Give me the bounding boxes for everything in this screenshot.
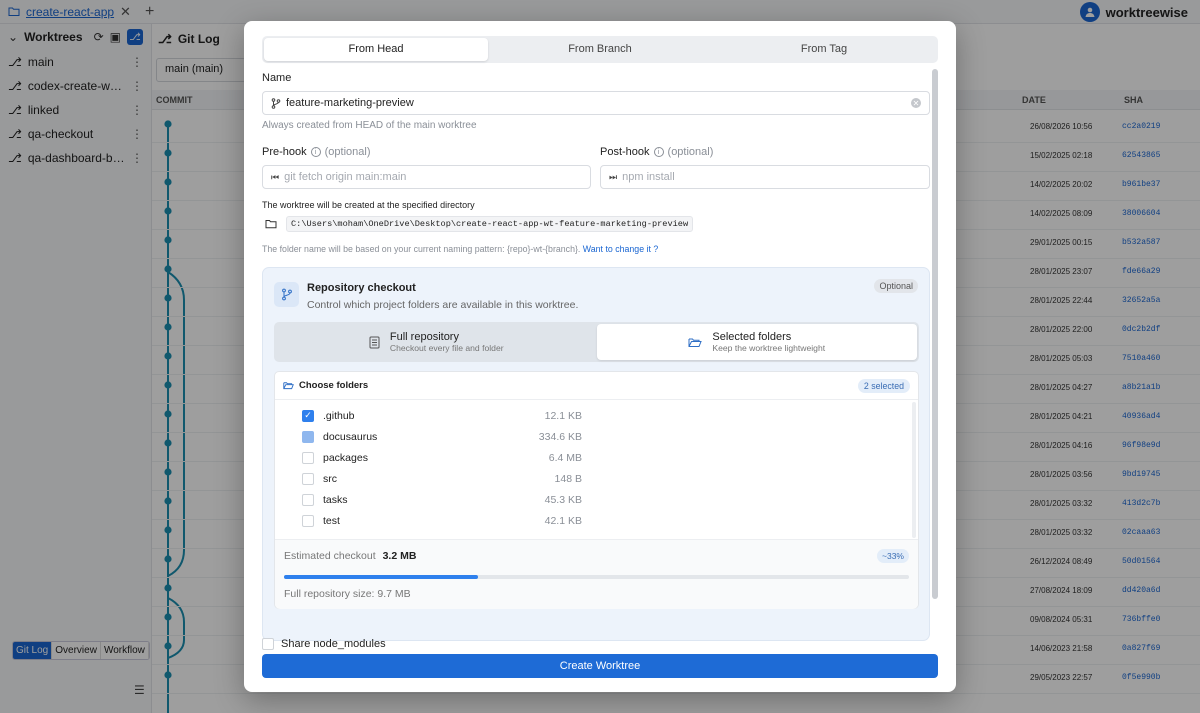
share-node-modules-option[interactable]: Share node_modules xyxy=(262,637,386,651)
selected-folders-option[interactable]: Selected folders Keep the worktree light… xyxy=(596,324,917,360)
folder-name: .github xyxy=(323,409,355,422)
folder-row[interactable]: docusaurus 334.6 KB xyxy=(302,426,582,447)
estimated-checkout-value: 3.2 MB xyxy=(382,550,417,562)
folder-row[interactable]: src 148 B xyxy=(302,468,582,489)
info-icon[interactable]: i xyxy=(310,147,321,157)
repository-checkout-card: Repository checkout Control which projec… xyxy=(262,267,930,641)
share-node-modules-label: Share node_modules xyxy=(281,638,386,650)
estimated-checkout-label: Estimated checkout xyxy=(284,550,376,562)
folder-name: tasks xyxy=(323,493,348,506)
prehook-title: Pre-hook xyxy=(262,146,307,158)
name-hint: Always created from HEAD of the main wor… xyxy=(262,120,477,131)
selected-folders-title: Selected folders xyxy=(712,331,792,343)
directory-label: The worktree will be created at the spec… xyxy=(262,200,475,210)
folder-chooser-header: Choose folders 2 selected xyxy=(275,372,918,400)
folder-checkbox[interactable] xyxy=(302,514,314,527)
folder-chooser: Choose folders 2 selected ✓ .github 12.1 K… xyxy=(274,371,919,609)
clear-icon[interactable]: ✕ xyxy=(911,98,921,108)
folder-name: docusaurus xyxy=(323,430,378,443)
folder-checkbox[interactable] xyxy=(302,493,314,506)
name-field[interactable]: feature-marketing-preview ✕ xyxy=(262,91,930,115)
folder-row[interactable]: tasks 45.3 KB xyxy=(302,489,582,510)
name-label: Name xyxy=(262,72,292,84)
posthook-optional: (optional) xyxy=(667,146,714,158)
estimated-checkout: Estimated checkout 3.2 MB ~33% Full repo… xyxy=(275,539,918,609)
folder-size: 6.4 MB xyxy=(548,451,582,464)
checkout-progress-bar xyxy=(284,575,909,579)
percentage-badge: ~33% xyxy=(877,549,909,563)
change-naming-link[interactable]: Want to change it ? xyxy=(583,244,658,254)
folder-open-icon xyxy=(283,382,294,390)
posthook-label: Post-hook i (optional) xyxy=(600,146,713,158)
folder-list: ✓ .github 12.1 KB docusaurus 334.6 KB package… xyxy=(302,405,582,531)
folder-name: src xyxy=(323,472,337,485)
tab-from-branch[interactable]: From Branch xyxy=(488,38,712,61)
posthook-input[interactable]: ⏭ npm install xyxy=(600,165,930,189)
folder-row[interactable]: packages 6.4 MB xyxy=(302,447,582,468)
folder-checkbox[interactable]: ✓ xyxy=(302,409,314,422)
dialog-body: Name feature-marketing-preview ✕ Always … xyxy=(262,69,932,649)
document-icon xyxy=(369,336,380,348)
full-repository-size: Full repository size: 9.7 MB xyxy=(284,588,411,600)
selected-folders-subtitle: Keep the worktree lightweight xyxy=(712,343,826,353)
selected-count-badge: 2 selected xyxy=(857,378,910,393)
branch-icon xyxy=(271,97,281,109)
mode-tabs: From Head From Branch From Tag xyxy=(262,36,938,63)
prehook-label: Pre-hook i (optional) xyxy=(262,146,371,158)
folder-checkbox[interactable] xyxy=(302,430,314,443)
full-repository-subtitle: Checkout every file and folder xyxy=(389,343,504,353)
folder-name: test xyxy=(323,514,340,527)
dialog-scrollbar[interactable] xyxy=(932,69,938,649)
folder-open-icon xyxy=(688,338,703,347)
folder-size: 334.6 KB xyxy=(538,430,582,443)
git-branch-icon xyxy=(274,282,299,307)
naming-text: The folder name will be based on your cu… xyxy=(262,244,581,254)
full-repository-title: Full repository xyxy=(389,331,459,343)
directory-row: C:\Users\moham\OneDrive\Desktop\create-r… xyxy=(262,216,694,232)
directory-path: C:\Users\moham\OneDrive\Desktop\create-r… xyxy=(286,216,694,232)
folder-size: 12.1 KB xyxy=(544,409,582,422)
naming-pattern-note: The folder name will be based on your cu… xyxy=(262,244,658,254)
create-worktree-dialog: From Head From Branch From Tag Name feat… xyxy=(244,21,956,692)
repo-checkout-subtitle: Control which project folders are availa… xyxy=(307,299,579,311)
folder-size: 148 B xyxy=(554,472,582,485)
info-icon[interactable]: i xyxy=(653,147,664,157)
posthook-placeholder: npm install xyxy=(622,171,675,183)
folder-row[interactable]: test 42.1 KB xyxy=(302,510,582,531)
folder-size: 42.1 KB xyxy=(544,514,582,527)
posthook-title: Post-hook xyxy=(600,146,650,158)
skip-forward-icon: ⏭ xyxy=(609,171,618,182)
estimated-checkout-text: Estimated checkout 3.2 MB xyxy=(284,550,416,562)
folder-name: packages xyxy=(323,451,368,464)
prehook-optional: (optional) xyxy=(324,146,371,158)
folder-size: 45.3 KB xyxy=(544,493,582,506)
share-node-modules-checkbox[interactable] xyxy=(262,638,274,650)
prehook-input[interactable]: ⏮ git fetch origin main:main xyxy=(262,165,591,189)
dialog-scrollbar-thumb[interactable] xyxy=(932,69,938,599)
checkout-mode-selector: Full repository Checkout every file and … xyxy=(274,322,919,362)
create-worktree-button[interactable]: Create Worktree xyxy=(262,654,938,678)
full-repository-option[interactable]: Full repository Checkout every file and … xyxy=(276,324,597,360)
skip-back-icon: ⏮ xyxy=(271,171,280,182)
choose-folders-title: Choose folders xyxy=(299,380,369,391)
folder-icon[interactable] xyxy=(262,216,280,232)
folder-checkbox[interactable] xyxy=(302,472,314,485)
repo-checkout-title: Repository checkout xyxy=(307,282,416,294)
folder-checkbox[interactable] xyxy=(302,451,314,464)
folder-list-scrollbar[interactable] xyxy=(912,402,916,538)
name-value: feature-marketing-preview xyxy=(286,97,414,109)
optional-badge: Optional xyxy=(874,279,918,293)
folder-row[interactable]: ✓ .github 12.1 KB xyxy=(302,405,582,426)
tab-from-head[interactable]: From Head xyxy=(264,38,488,61)
checkout-progress-fill xyxy=(284,575,478,579)
tab-from-tag[interactable]: From Tag xyxy=(712,38,936,61)
prehook-placeholder: git fetch origin main:main xyxy=(284,171,407,183)
